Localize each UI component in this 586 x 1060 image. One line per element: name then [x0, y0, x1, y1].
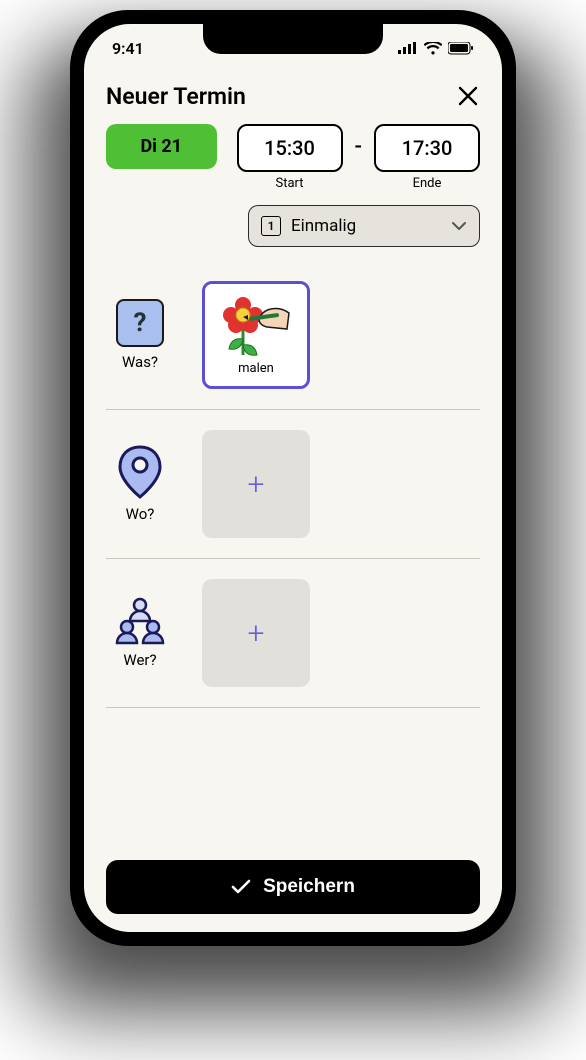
end-time-input[interactable]: 17:30 — [374, 124, 480, 172]
plus-icon: + — [248, 616, 265, 651]
save-button[interactable]: Speichern — [106, 860, 480, 914]
recurrence-select[interactable]: 1 Einmalig — [248, 205, 480, 247]
plus-icon: + — [248, 467, 265, 502]
recurrence-badge-icon: 1 — [261, 216, 281, 236]
where-label: Wo? — [126, 505, 155, 523]
location-pin-icon — [118, 445, 162, 499]
phone-frame: 9:41 Neuer Termin — [70, 10, 516, 946]
question-icon: ? — [116, 299, 164, 347]
who-label: Wer? — [123, 651, 156, 669]
date-chip[interactable]: Di 21 — [106, 124, 217, 169]
chevron-down-icon — [451, 221, 467, 231]
recurrence-label: Einmalig — [291, 216, 441, 236]
what-selected-card[interactable]: malen — [202, 281, 310, 389]
end-time-label: Ende — [413, 176, 442, 191]
row-where: Wo? + — [106, 410, 480, 559]
cellular-icon — [398, 42, 418, 54]
phone-screen: 9:41 Neuer Termin — [84, 24, 502, 932]
save-button-label: Speichern — [263, 876, 355, 898]
who-add-button[interactable]: + — [202, 579, 310, 687]
battery-icon — [448, 42, 474, 55]
time-separator: - — [353, 124, 364, 159]
start-time-input[interactable]: 15:30 — [237, 124, 343, 172]
start-time-label: Start — [276, 176, 304, 191]
where-add-button[interactable]: + — [202, 430, 310, 538]
status-time: 9:41 — [112, 39, 144, 58]
people-icon — [114, 597, 166, 645]
wifi-icon — [424, 42, 442, 55]
row-who: Wer? + — [106, 559, 480, 708]
close-icon[interactable] — [456, 82, 480, 110]
phone-notch — [203, 24, 383, 54]
page-title: Neuer Termin — [106, 83, 246, 110]
what-selected-label: malen — [238, 361, 274, 376]
row-what: ? Was? — [106, 261, 480, 410]
painting-icon — [221, 295, 291, 359]
check-icon — [231, 879, 251, 895]
what-label: Was? — [122, 353, 158, 371]
